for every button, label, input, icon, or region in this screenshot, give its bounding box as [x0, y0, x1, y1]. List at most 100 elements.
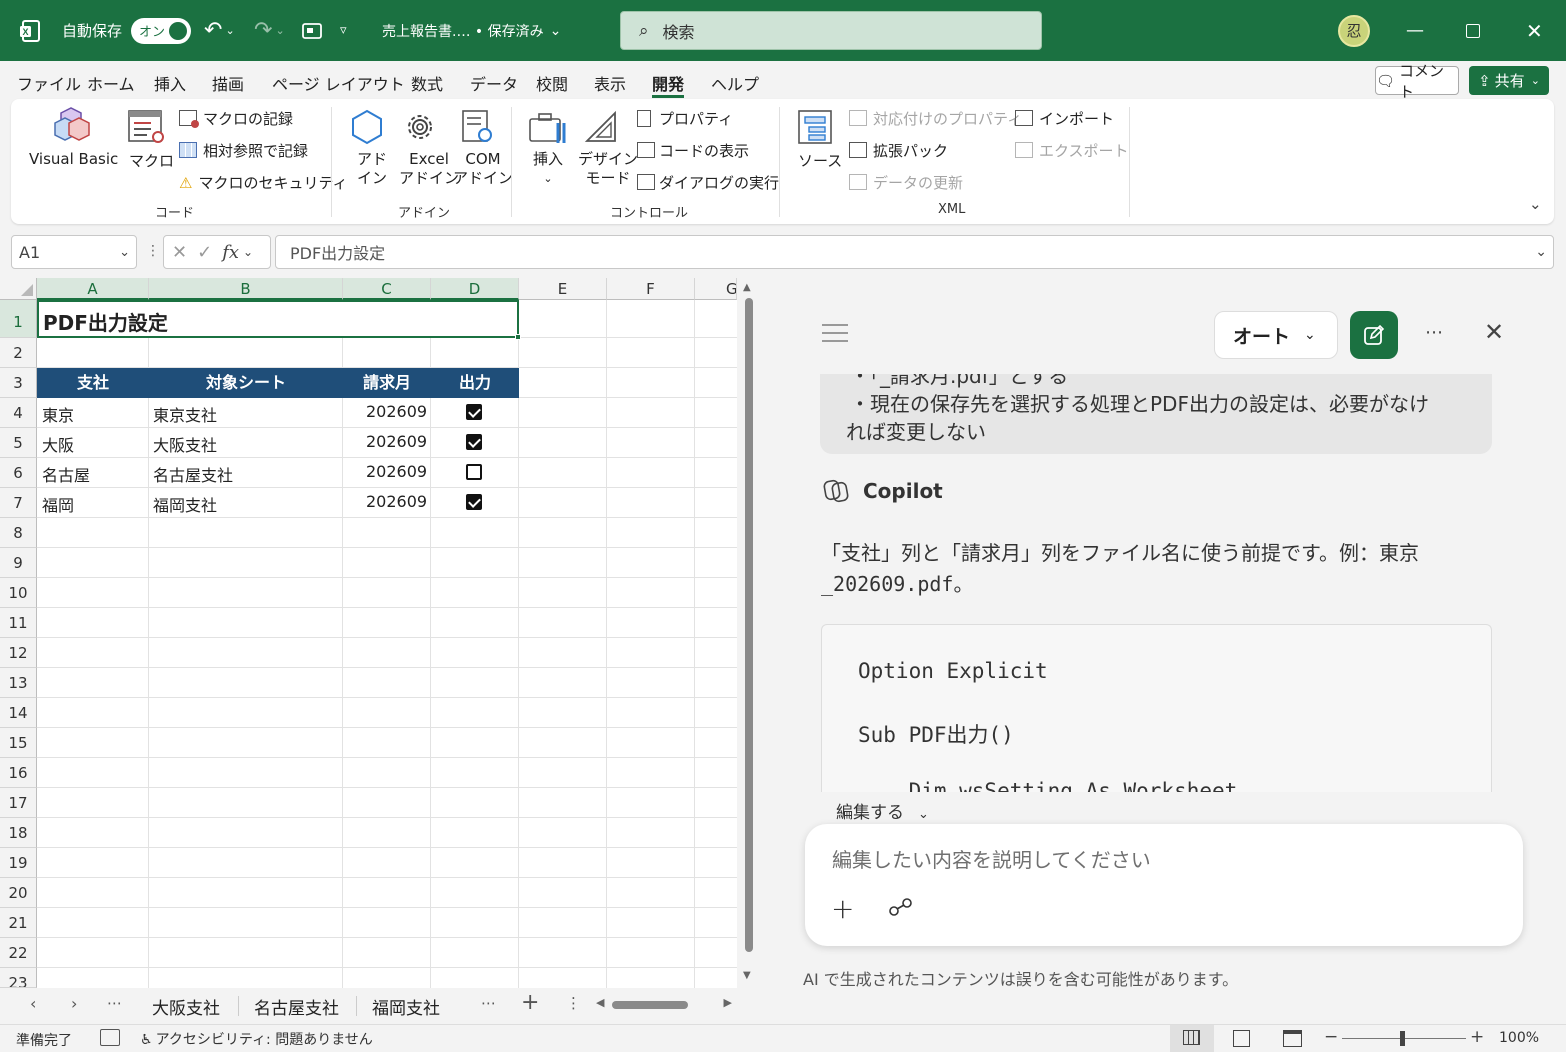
previous-sheet-icon[interactable]: ‹ — [30, 994, 36, 1013]
cell-target-sheet[interactable]: 東京支社 — [153, 402, 217, 426]
run-dialog-button[interactable]: ダイアログの実行 — [637, 172, 779, 193]
add-sheet-icon[interactable]: + — [521, 990, 539, 1015]
row-header[interactable]: 17 — [0, 788, 37, 818]
autosave-toggle[interactable]: オン — [131, 17, 191, 44]
zoom-slider-thumb[interactable] — [1400, 1031, 1405, 1046]
more-options-icon[interactable]: ⋯ — [1425, 322, 1443, 343]
row-header[interactable]: 16 — [0, 758, 37, 788]
row-header[interactable]: 12 — [0, 638, 37, 668]
ribbon-collapse-icon[interactable]: ⌄ — [1529, 195, 1542, 213]
tab-data[interactable]: データ — [470, 71, 518, 95]
relative-reference-button[interactable]: 相対参照で記録 — [179, 140, 308, 161]
row-header[interactable]: 11 — [0, 608, 37, 638]
formula-input[interactable]: PDF出力設定 ⌄ — [275, 235, 1554, 269]
row-header[interactable]: 15 — [0, 728, 37, 758]
accessibility-status[interactable]: ♿ アクセシビリティ: 問題ありません — [140, 1029, 373, 1049]
more-options-icon[interactable]: ⋮ — [566, 994, 581, 1012]
map-properties-button[interactable]: 対応付けのプロパティ — [849, 108, 1022, 129]
new-chat-button[interactable] — [1350, 311, 1398, 359]
tab-help[interactable]: ヘルプ — [711, 71, 759, 95]
column-header[interactable]: A — [37, 278, 149, 300]
scroll-down-icon[interactable]: ▼ — [743, 970, 751, 981]
select-all-button[interactable] — [0, 278, 37, 300]
expansion-packs-button[interactable]: 拡張パック — [849, 140, 948, 161]
cell-target-sheet[interactable]: 福岡支社 — [153, 492, 217, 516]
tab-formulas[interactable]: 数式 — [411, 71, 443, 95]
tab-draw[interactable]: 描画 — [212, 71, 244, 95]
insert-control-button[interactable]: 挿入 ⌄ — [533, 150, 563, 188]
design-mode-button[interactable]: デザイン モード — [578, 150, 638, 188]
header-billing-month[interactable]: 請求月 — [343, 368, 431, 398]
close-window-icon[interactable]: ✕ — [1526, 0, 1543, 61]
page-break-preview-icon[interactable] — [1283, 1030, 1302, 1047]
zoom-in-icon[interactable]: + — [1470, 1027, 1484, 1047]
import-button[interactable]: インポート — [1015, 108, 1114, 129]
row-header[interactable]: 7 — [0, 488, 37, 518]
row-header[interactable]: 2 — [0, 338, 37, 368]
zoom-out-icon[interactable]: − — [1324, 1027, 1338, 1047]
undo-icon[interactable]: ↶ ⌄ — [204, 0, 235, 61]
prompt-input[interactable]: 編集したい内容を説明してください + — [805, 824, 1523, 946]
header-output[interactable]: 出力 — [431, 368, 519, 398]
cell-billing-month[interactable]: 202609 — [366, 402, 427, 421]
cell-branch[interactable]: 福岡 — [42, 492, 74, 516]
cell-branch[interactable]: 大阪 — [42, 432, 74, 456]
row-header[interactable]: 1 — [0, 300, 37, 338]
maximize-icon[interactable] — [1466, 0, 1480, 61]
tab-view[interactable]: 表示 — [594, 71, 626, 95]
output-checkbox-unchecked[interactable] — [466, 464, 482, 480]
scroll-left-icon[interactable]: ◀ — [596, 996, 604, 1009]
more-icon[interactable]: ⋮ — [146, 243, 160, 259]
cell-target-sheet[interactable]: 大阪支社 — [153, 432, 217, 456]
row-header[interactable]: 23 — [0, 968, 37, 988]
view-code-button[interactable]: コードの表示 — [637, 140, 749, 161]
cancel-icon[interactable]: ✕ — [172, 242, 187, 263]
tab-file[interactable]: ファイル — [17, 71, 81, 95]
more-sheets-icon[interactable]: ⋯ — [107, 994, 122, 1012]
excel-addins-button[interactable]: Excel アドイン — [399, 150, 459, 188]
sheet-tab[interactable]: 福岡支社 — [372, 994, 440, 1019]
avatar[interactable]: 忍 — [1338, 0, 1370, 61]
next-sheet-icon[interactable]: › — [71, 994, 77, 1013]
header-target-sheet[interactable]: 対象シート — [149, 368, 343, 398]
properties-button[interactable]: プロパティ — [637, 108, 733, 129]
scroll-right-icon[interactable]: ▶ — [724, 996, 732, 1009]
tab-developer[interactable]: 開発 — [652, 71, 685, 98]
row-header[interactable]: 4 — [0, 398, 37, 428]
close-pane-icon[interactable]: ✕ — [1484, 318, 1504, 346]
row-header[interactable]: 22 — [0, 938, 37, 968]
column-header[interactable]: E — [519, 278, 607, 300]
visual-basic-button[interactable]: Visual Basic — [29, 150, 118, 168]
tab-page-layout[interactable]: ページ レイアウト — [272, 71, 405, 95]
mode-dropdown[interactable]: オート ⌄ — [1214, 311, 1338, 359]
row-header[interactable]: 10 — [0, 578, 37, 608]
cell-branch[interactable]: 東京 — [42, 402, 74, 426]
row-header[interactable]: 3 — [0, 368, 37, 398]
minimize-icon[interactable]: — — [1406, 0, 1424, 61]
zoom-level[interactable]: 100% — [1499, 1030, 1539, 1046]
xml-source-button[interactable]: ソース — [798, 150, 842, 171]
macro-security-button[interactable]: ⚠ マクロのセキュリティ — [179, 172, 348, 193]
row-header[interactable]: 8 — [0, 518, 37, 548]
attach-icon[interactable]: + — [831, 892, 854, 925]
sheet-tab[interactable]: 大阪支社 — [152, 994, 220, 1019]
header-branch[interactable]: 支社 — [37, 368, 149, 398]
prompt-tools-icon[interactable] — [887, 896, 915, 922]
redo-icon[interactable]: ↷ ⌄ — [254, 0, 285, 61]
scroll-up-icon[interactable]: ▲ — [743, 282, 751, 293]
tab-review[interactable]: 校閲 — [536, 71, 568, 95]
enter-icon[interactable]: ✓ — [197, 242, 212, 263]
sheet-tab[interactable]: 名古屋支社 — [254, 994, 339, 1019]
horizontal-scrollbar[interactable]: ◀ ▶ — [594, 996, 734, 1014]
macro-recording-icon[interactable] — [100, 1029, 120, 1046]
tab-home[interactable]: ホーム — [87, 71, 135, 95]
macros-button[interactable]: マクロ — [129, 150, 174, 171]
fill-handle[interactable] — [515, 334, 521, 340]
menu-icon[interactable] — [822, 324, 848, 342]
normal-view-button[interactable] — [1170, 1025, 1214, 1052]
more-sheets-icon[interactable]: ⋯ — [481, 994, 496, 1012]
record-macro-button[interactable]: マクロの記録 — [179, 108, 293, 129]
cell-billing-month[interactable]: 202609 — [366, 462, 427, 481]
vertical-scroll-thumb[interactable] — [745, 298, 753, 952]
column-header[interactable]: B — [149, 278, 343, 300]
